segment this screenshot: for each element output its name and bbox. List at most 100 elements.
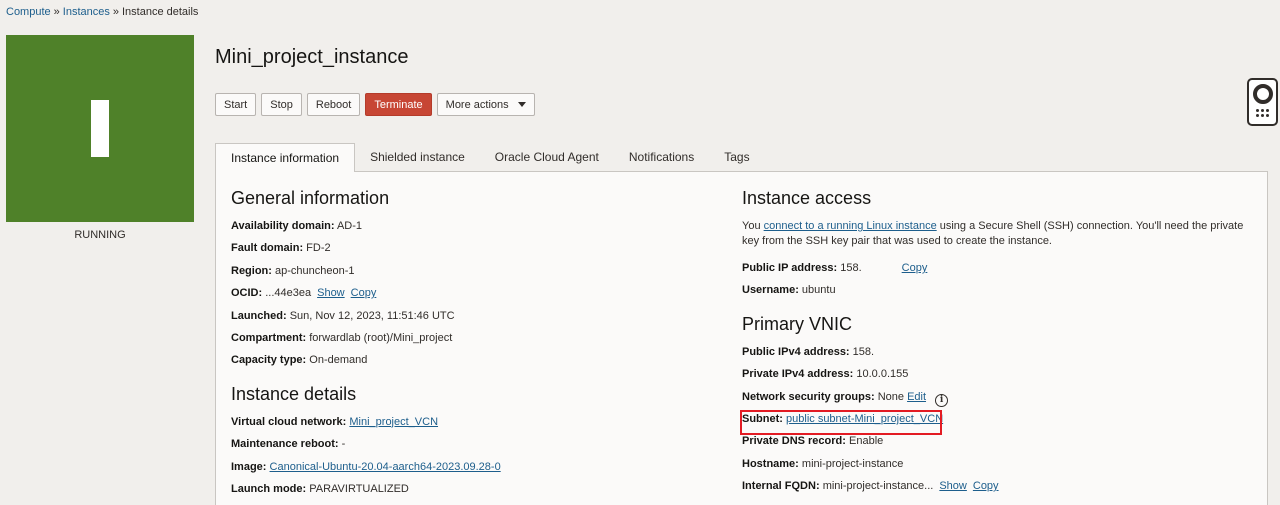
para-text: You xyxy=(742,220,764,232)
info-icon[interactable]: i xyxy=(935,393,949,407)
field-value: Enable xyxy=(849,435,884,448)
field-label: OCID: xyxy=(231,287,263,300)
image-row: Image: Canonical-Ubuntu-20.04-aarch64-20… xyxy=(231,460,701,482)
breadcrumb: Compute» Instances» Instance details xyxy=(6,6,198,18)
instance-access-description: You connect to a running Linux instance … xyxy=(742,219,1262,249)
field-label: Region: xyxy=(231,264,272,277)
grid-dots-icon xyxy=(1256,109,1269,117)
connect-linux-link[interactable]: connect to a running Linux instance xyxy=(764,220,937,232)
caret-down-icon xyxy=(517,102,526,107)
breadcrumb-separator: » xyxy=(53,6,60,18)
field-value: None xyxy=(877,390,904,403)
field-label: Capacity type: xyxy=(231,354,307,367)
field-value: mini-project-instance xyxy=(801,457,904,470)
field-value: 158. xyxy=(840,262,862,274)
field-value: ap-chuncheon-1 xyxy=(275,264,355,277)
vcn-link[interactable]: Mini_project_VCN xyxy=(349,416,438,428)
fault-domain-row: Fault domain: FD-2 xyxy=(231,241,701,263)
ocid-copy-link[interactable]: Copy xyxy=(351,287,377,299)
image-link[interactable]: Canonical-Ubuntu-20.04-aarch64-2023.09.2… xyxy=(270,461,501,473)
primary-vnic-heading: Primary VNIC xyxy=(742,313,853,334)
field-label: Public IPv4 address: xyxy=(742,345,850,358)
right-column: Instance access You connect to a running… xyxy=(742,188,1262,502)
fqdn-show-link[interactable]: Show xyxy=(939,480,967,492)
tab-instance-information[interactable]: Instance information xyxy=(215,143,356,172)
field-label: Launched: xyxy=(231,309,287,322)
capacity-type-row: Capacity type: On-demand xyxy=(231,353,701,375)
vcn-row: Virtual cloud network: Mini_project_VCN xyxy=(231,415,701,437)
action-bar: Start Stop Reboot Terminate More actions xyxy=(215,93,535,116)
field-label: Compartment: xyxy=(231,331,307,344)
field-label: Username: xyxy=(742,284,799,297)
terminate-button[interactable]: Terminate xyxy=(365,93,432,116)
public-ip-copy-link[interactable]: Copy xyxy=(902,262,928,274)
more-actions-label: More actions xyxy=(445,98,509,111)
compartment-row: Compartment: forwardlab (root)/Mini_proj… xyxy=(231,331,701,353)
subnet-highlight-box xyxy=(740,410,942,435)
launch-mode-row: Launch mode: PARAVIRTUALIZED xyxy=(231,482,701,504)
breadcrumb-instances[interactable]: Instances xyxy=(63,6,110,18)
field-label: Fault domain: xyxy=(231,242,304,255)
stop-button[interactable]: Stop xyxy=(261,93,302,116)
general-information-heading: General information xyxy=(231,188,390,208)
instance-status-tile xyxy=(6,35,194,222)
field-label: Private DNS record: xyxy=(742,435,846,448)
page-title: Mini_project_instance xyxy=(215,46,409,68)
field-value: ubuntu xyxy=(801,284,836,297)
private-dns-row: Private DNS record: Enable xyxy=(742,434,1262,456)
public-ipv4-row: Public IPv4 address: 158. xyxy=(742,345,1262,367)
ocid-row: OCID: ...44e3ea Show Copy xyxy=(231,286,701,308)
private-ipv4-row: Private IPv4 address: 10.0.0.155 xyxy=(742,367,1262,389)
instance-details-heading: Instance details xyxy=(231,383,357,404)
instance-access-heading: Instance access xyxy=(742,188,872,208)
instance-letter-glyph xyxy=(91,100,109,157)
field-value: ...44e3ea xyxy=(265,287,312,300)
field-value: mini-project-instance... xyxy=(822,480,934,493)
field-label: Hostname: xyxy=(742,457,799,470)
public-ip-row: Public IP address: 158. Copy xyxy=(742,261,1262,283)
start-button[interactable]: Start xyxy=(215,93,257,116)
breadcrumb-current: Instance details xyxy=(121,6,199,18)
field-label: Launch mode: xyxy=(231,482,307,495)
field-value: - xyxy=(341,438,346,451)
network-security-groups-row: Network security groups: None Edit i xyxy=(742,390,1262,412)
tab-tags[interactable]: Tags xyxy=(709,143,764,172)
nsg-edit-link[interactable]: Edit xyxy=(907,391,926,403)
field-value: On-demand xyxy=(309,354,368,367)
field-label: Virtual cloud network: xyxy=(231,415,347,428)
field-label: Private IPv4 address: xyxy=(742,368,854,381)
tab-notifications[interactable]: Notifications xyxy=(614,143,709,172)
field-label: Maintenance reboot: xyxy=(231,438,339,451)
field-value: 158. xyxy=(852,345,875,358)
more-actions-button[interactable]: More actions xyxy=(436,93,535,116)
field-label: Image: xyxy=(231,460,267,473)
tab-shielded-instance[interactable]: Shielded instance xyxy=(355,143,480,172)
field-label: Availability domain: xyxy=(231,220,335,232)
hostname-row: Hostname: mini-project-instance xyxy=(742,457,1262,479)
maintenance-reboot-row: Maintenance reboot: - xyxy=(231,437,701,459)
field-value: forwardlab (root)/Mini_project xyxy=(309,331,453,344)
fqdn-copy-link[interactable]: Copy xyxy=(973,480,999,492)
field-value: PARAVIRTUALIZED xyxy=(309,482,409,495)
field-value: AD-1 xyxy=(336,220,363,232)
ocid-show-link[interactable]: Show xyxy=(317,287,345,299)
tab-oracle-cloud-agent[interactable]: Oracle Cloud Agent xyxy=(480,143,614,172)
field-value: Sun, Nov 12, 2023, 11:51:46 UTC xyxy=(289,309,455,322)
internal-fqdn-row: Internal FQDN: mini-project-instance... S… xyxy=(742,479,1262,501)
tab-bar: Instance information Shielded instance O… xyxy=(215,143,765,172)
help-widget[interactable] xyxy=(1247,78,1278,126)
left-column: General information Availability domain:… xyxy=(231,188,701,504)
availability-domain-row: Availability domain: AD-1 xyxy=(231,219,701,241)
breadcrumb-compute[interactable]: Compute xyxy=(6,6,51,18)
field-value: FD-2 xyxy=(306,242,331,255)
field-label: Internal FQDN: xyxy=(742,480,820,493)
lifering-icon xyxy=(1252,84,1273,104)
field-value: 10.0.0.155 xyxy=(856,368,909,381)
field-label: Public IP address: xyxy=(742,262,838,274)
reboot-button[interactable]: Reboot xyxy=(306,93,361,116)
field-label: Network security groups: xyxy=(742,390,875,403)
launched-row: Launched: Sun, Nov 12, 2023, 11:51:46 UT… xyxy=(231,309,701,331)
username-row: Username: ubuntu xyxy=(742,283,1262,305)
instance-information-panel: General information Availability domain:… xyxy=(215,171,1268,505)
status-text: RUNNING xyxy=(74,229,126,241)
